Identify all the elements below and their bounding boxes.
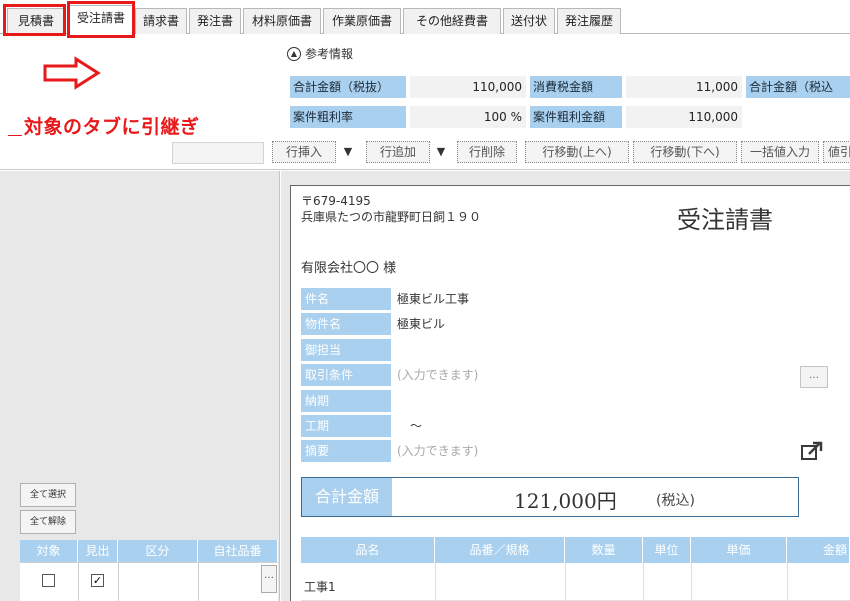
item-header-unit-price: 単価 xyxy=(691,537,787,563)
terms-lookup-button[interactable]: … xyxy=(800,366,828,388)
bulk-input-button[interactable]: 一括値入力 xyxy=(741,141,819,163)
field-label-contact: 御担当 xyxy=(301,339,391,361)
toolbar-input[interactable] xyxy=(172,142,264,164)
margin-rate-label: 案件粗利率 xyxy=(290,106,406,128)
tab-bar: 見積書 受注請書 請求書 発注書 材料原価書 作業原価書 その他経費書 送付状 … xyxy=(0,0,850,35)
column-header-target: 対象 xyxy=(20,540,78,562)
margin-rate-value: 100 % xyxy=(410,106,526,128)
chevron-up-icon: ▲ xyxy=(287,46,301,61)
margin-amount-value: 110,000 xyxy=(626,106,742,128)
grand-total-label: 合計金額 xyxy=(302,478,392,516)
field-value-property[interactable]: 極東ビル xyxy=(397,313,445,335)
discount-button[interactable]: 値引 xyxy=(823,141,850,163)
tab-order-confirmation[interactable]: 受注請書 xyxy=(69,5,133,35)
export-icon[interactable] xyxy=(800,440,824,462)
column-header-heading: 見出 xyxy=(78,540,118,562)
add-row-dropdown-icon[interactable]: ▼ xyxy=(431,141,451,163)
tab-purchase-order[interactable]: 発注書 xyxy=(189,8,241,34)
select-all-button[interactable]: 全て選択 xyxy=(20,483,76,507)
tab-cover-letter[interactable]: 送付状 xyxy=(503,8,555,34)
heading-checkbox[interactable]: ✓ xyxy=(91,574,104,587)
address: 兵庫県たつの市龍野町日飼１９０ xyxy=(301,210,482,224)
table-row xyxy=(20,562,278,601)
deselect-all-button[interactable]: 全て解除 xyxy=(20,510,76,534)
left-item-panel xyxy=(0,171,280,601)
field-label-subject: 件名 xyxy=(301,288,391,310)
document-title: 受注請書 xyxy=(677,206,773,234)
item-header-name: 品名 xyxy=(301,537,435,563)
field-label-property: 物件名 xyxy=(301,313,391,335)
tab-order-history[interactable]: 発注履歴 xyxy=(557,8,621,34)
field-value-terms[interactable]: (入力できます) xyxy=(397,364,478,386)
row-divider xyxy=(691,563,692,601)
field-value-remarks[interactable]: (入力できます) xyxy=(397,440,478,462)
tab-other-expenses[interactable]: その他経費書 xyxy=(403,8,501,34)
insert-row-button[interactable]: 行挿入 xyxy=(272,141,336,163)
add-row-button[interactable]: 行追加 xyxy=(366,141,430,163)
grand-total-box: 合計金額 121,000円 (税込) xyxy=(301,477,799,517)
row-divider xyxy=(787,563,788,601)
tab-estimate[interactable]: 見積書 xyxy=(7,8,65,34)
item-header-amount: 金額 xyxy=(787,537,850,563)
item-lookup-button[interactable]: … xyxy=(261,565,277,593)
row-divider xyxy=(118,562,119,601)
row-toolbar: 行挿入 ▼ 行追加 ▼ 行削除 行移動(上へ) 行移動(下へ) 一括値入力 値引 xyxy=(0,136,850,170)
field-label-period: 工期 xyxy=(301,415,391,437)
item-name-cell[interactable]: 工事1 xyxy=(304,578,336,595)
tab-invoice[interactable]: 請求書 xyxy=(135,8,187,34)
target-checkbox[interactable] xyxy=(42,574,55,587)
tab-material-cost[interactable]: 材料原価書 xyxy=(243,8,321,34)
field-value-period[interactable]: ～ xyxy=(410,415,422,437)
item-header-quantity: 数量 xyxy=(565,537,643,563)
field-label-terms: 取引条件 xyxy=(301,364,391,386)
postal-code: 〒679-4195 xyxy=(301,194,371,208)
column-header-item-code: 自社品番 xyxy=(198,540,278,562)
tab-labor-cost[interactable]: 作業原価書 xyxy=(323,8,401,34)
margin-amount-label: 案件粗利金額 xyxy=(530,106,622,128)
row-divider xyxy=(565,563,566,601)
item-header-spec: 品番／規格 xyxy=(435,537,565,563)
row-divider xyxy=(198,562,199,601)
tax-label: 消費税金額 xyxy=(530,76,622,98)
field-value-subject[interactable]: 極東ビル工事 xyxy=(397,288,469,310)
row-divider xyxy=(435,563,436,601)
right-arrow-icon xyxy=(43,56,101,90)
table-row xyxy=(301,563,850,601)
row-divider xyxy=(78,562,79,601)
subtotal-value: 110,000 xyxy=(410,76,526,98)
customer-name: 有限会社〇〇 様 xyxy=(301,261,397,276)
delete-row-button[interactable]: 行削除 xyxy=(457,141,517,163)
move-row-down-button[interactable]: 行移動(下へ) xyxy=(633,141,737,163)
field-label-remarks: 摘要 xyxy=(301,440,391,462)
total-incl-tax-label: 合計金額（税込 xyxy=(746,76,850,98)
field-label-delivery: 納期 xyxy=(301,390,391,412)
tax-value: 11,000 xyxy=(626,76,742,98)
row-divider xyxy=(643,563,644,601)
column-header-category: 区分 xyxy=(118,540,198,562)
tax-included-note: (税込) xyxy=(656,493,695,509)
grand-total-value: 121,000円 xyxy=(514,489,617,513)
move-row-up-button[interactable]: 行移動(上へ) xyxy=(525,141,629,163)
item-header-unit: 単位 xyxy=(643,537,691,563)
reference-info-title: 参考情報 xyxy=(305,47,354,61)
subtotal-label: 合計金額（税抜） xyxy=(290,76,406,98)
insert-row-dropdown-icon[interactable]: ▼ xyxy=(338,141,358,163)
reference-info-toggle[interactable]: ▲ 参考情報 xyxy=(287,45,353,62)
annotation-text: 対象のタブに引継ぎ xyxy=(24,116,200,138)
